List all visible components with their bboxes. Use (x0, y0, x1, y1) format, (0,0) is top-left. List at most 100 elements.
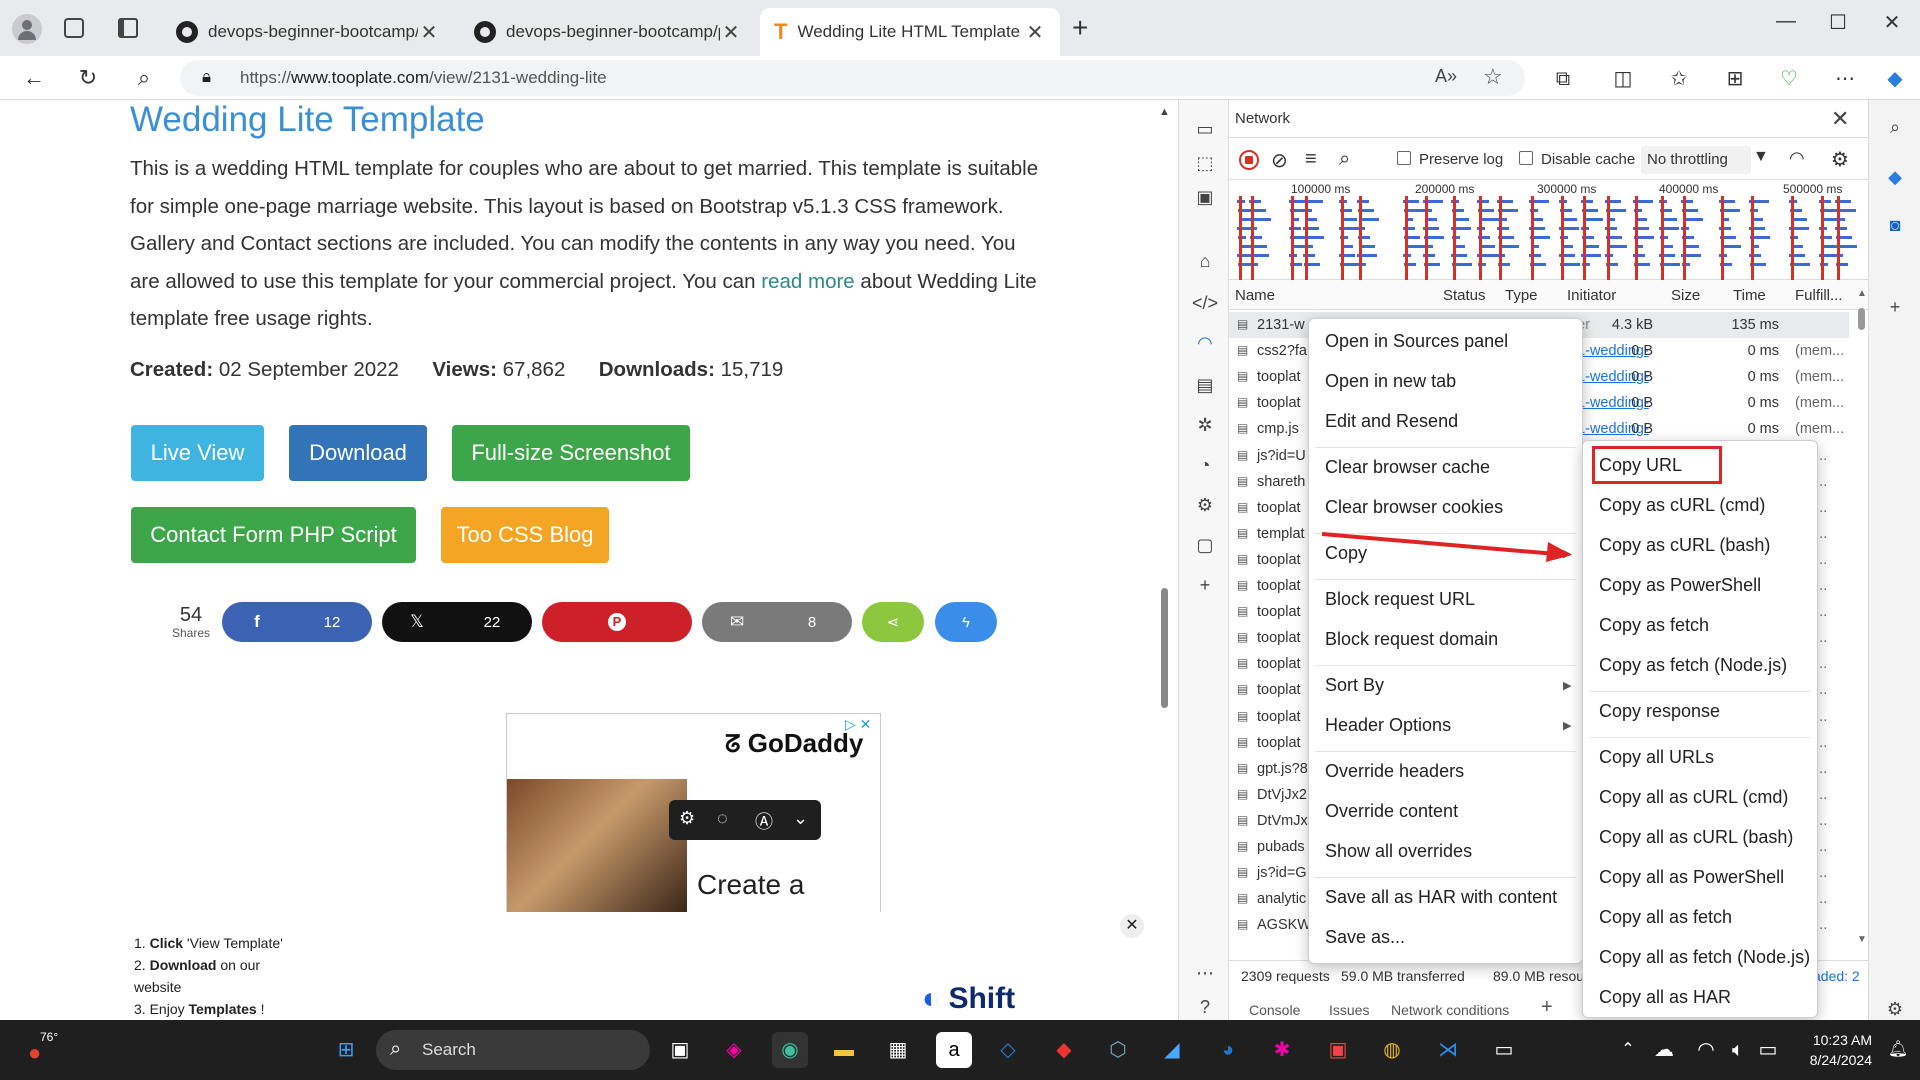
console-icon[interactable]: ▤ (1192, 372, 1218, 398)
weather-widget[interactable]: ● 76° (28, 1030, 68, 1070)
close-tab-icon[interactable]: ✕ (418, 20, 440, 45)
download-button[interactable]: Download (289, 425, 427, 481)
column-status[interactable]: Status (1443, 287, 1486, 304)
new-tab-icon[interactable]: + (1072, 12, 1088, 44)
table-scroll-up-icon[interactable]: ▲ (1857, 288, 1867, 299)
device-emulation-icon[interactable]: ▭ (1192, 116, 1218, 142)
tab-github-2[interactable]: devops-beginner-bootcamp/proj ✕ (460, 8, 756, 56)
close-window-icon[interactable]: ✕ (1872, 10, 1912, 35)
network-overview-timeline[interactable]: 100000 ms 200000 ms 300000 ms 400000 ms … (1229, 180, 1869, 280)
column-name[interactable]: Name (1235, 287, 1275, 304)
workspaces-icon[interactable] (64, 18, 84, 38)
disable-cache-checkbox[interactable] (1519, 151, 1533, 165)
column-fulfilled[interactable]: Fulfill... (1795, 287, 1843, 304)
close-tab-icon[interactable]: ✕ (1024, 20, 1046, 45)
microsoft-store-icon[interactable]: ▦ (880, 1032, 916, 1068)
task-view-icon[interactable]: ▣ (662, 1032, 698, 1068)
column-type[interactable]: Type (1505, 287, 1538, 304)
full-size-screenshot-button[interactable]: Full-size Screenshot (452, 425, 690, 481)
page-scrollbar[interactable]: ▲ (1158, 100, 1170, 1020)
menu-open-in-sources[interactable]: Open in Sources panel (1325, 331, 1508, 352)
network-settings-gear-icon[interactable]: ⚙ (1831, 147, 1849, 172)
clear-icon[interactable]: ⊘ (1271, 148, 1288, 173)
menu-block-request-url[interactable]: Block request URL (1325, 589, 1475, 610)
table-scroll-down-icon[interactable]: ▼ (1857, 934, 1867, 945)
application-icon[interactable]: ▢ (1192, 532, 1218, 558)
close-tab-icon[interactable]: ✕ (720, 20, 742, 45)
menu-copy-url[interactable]: Copy URL (1599, 455, 1682, 476)
url-field[interactable]: 🔒︎ https://www.tooplate.com/view/2131-we… (180, 60, 1525, 96)
menu-copy-all-as-curl-cmd[interactable]: Copy all as cURL (cmd) (1599, 787, 1788, 808)
file-explorer-icon[interactable]: ▬ (826, 1032, 862, 1068)
menu-copy-all-as-fetch[interactable]: Copy all as fetch (1599, 907, 1732, 928)
extensions-icon[interactable]: ⧉ (1548, 64, 1578, 94)
minimize-icon[interactable]: — (1766, 10, 1806, 33)
ad-color-icon[interactable]: ◌ (717, 808, 728, 829)
drawer-tab-console[interactable]: Console (1249, 1002, 1300, 1018)
tab-actions-icon[interactable] (118, 18, 138, 38)
menu-header-options[interactable]: Header Options (1325, 715, 1451, 736)
sidebar-settings-icon[interactable]: ⚙ (1882, 996, 1908, 1022)
copilot-icon[interactable]: ◆ (1880, 64, 1910, 94)
split-screen-icon[interactable]: ◫ (1608, 64, 1638, 94)
performance-icon[interactable]: ◔ (1192, 452, 1218, 478)
filter-icon[interactable]: ≡ (1305, 148, 1317, 171)
favorites-icon[interactable]: ✩ (1664, 64, 1694, 94)
terminal-icon[interactable]: ▭ (1486, 1032, 1522, 1068)
settings-more-icon[interactable]: ⋯ (1830, 64, 1860, 94)
scroll-up-arrow-icon[interactable]: ▲ (1159, 106, 1170, 118)
lock-icon[interactable]: 🔒︎ (202, 67, 211, 87)
ad-settings-icon[interactable]: ⚙ (679, 808, 695, 829)
add-drawer-tab-icon[interactable]: + (1541, 996, 1553, 1019)
virtualbox-icon[interactable]: ⬡ (1100, 1032, 1136, 1068)
bottom-banner-ad[interactable]: 1. Click 'View Template' 2. Download on … (112, 912, 1050, 1020)
table-scroll-thumb[interactable] (1858, 308, 1865, 330)
read-aloud-icon[interactable]: A» (1435, 66, 1457, 87)
scroll-thumb[interactable] (1161, 588, 1168, 708)
menu-clear-browser-cache[interactable]: Clear browser cache (1325, 457, 1490, 478)
maximize-icon[interactable]: ☐ (1818, 10, 1858, 35)
refresh-icon[interactable]: ↻ (72, 62, 104, 94)
inspect-element-icon[interactable]: ⬚ (1192, 150, 1218, 176)
messenger-share-button[interactable]: ϟ (935, 602, 997, 642)
drawer-tab-network-conditions[interactable]: Network conditions (1391, 1002, 1509, 1018)
favorite-star-icon[interactable]: ☆ (1483, 64, 1503, 90)
app-globe-icon[interactable]: ◕ (1210, 1032, 1246, 1068)
vscode-icon[interactable]: ⋊ (1430, 1032, 1466, 1068)
welcome-home-icon[interactable]: ⌂ (1192, 248, 1218, 274)
preserve-log-checkbox[interactable] (1397, 151, 1411, 165)
menu-block-request-domain[interactable]: Block request domain (1325, 629, 1498, 650)
menu-copy-as-fetch[interactable]: Copy as fetch (1599, 615, 1709, 636)
sidebar-search-icon[interactable]: ⌕ (1882, 114, 1908, 140)
url-text[interactable]: https://www.tooplate.com/view/2131-weddi… (240, 68, 607, 88)
facebook-share-button[interactable]: f 12 (222, 602, 372, 642)
ad-text-icon[interactable]: Ⓐ (755, 808, 773, 834)
drawer-tab-issues[interactable]: Issues (1329, 1002, 1369, 1018)
menu-override-headers[interactable]: Override headers (1325, 761, 1464, 782)
network-icon[interactable]: ◠ (1192, 330, 1218, 356)
network-conditions-icon[interactable]: ◠ (1789, 148, 1805, 169)
record-stop-icon[interactable] (1239, 150, 1259, 170)
menu-copy-as-fetch-nodejs[interactable]: Copy as fetch (Node.js) (1599, 655, 1787, 676)
column-initiator[interactable]: Initiator (1567, 287, 1616, 304)
app-red-box-icon[interactable]: ▣ (1320, 1032, 1356, 1068)
show-hidden-icons-chevron-icon[interactable]: ⌃ (1610, 1032, 1646, 1068)
close-devtools-icon[interactable]: ✕ (1831, 106, 1849, 132)
browser-essentials-icon[interactable]: ♡ (1774, 64, 1804, 94)
menu-clear-browser-cookies[interactable]: Clear browser cookies (1325, 497, 1503, 518)
close-banner-icon[interactable]: ✕ (1120, 914, 1144, 938)
chrome-icon[interactable]: ◍ (1374, 1032, 1410, 1068)
app-blue-icon[interactable]: ◢ (1154, 1032, 1190, 1068)
menu-copy-all-as-fetch-nodejs[interactable]: Copy all as fetch (Node.js) (1599, 947, 1810, 968)
ad-chevron-down-icon[interactable]: ⌄ (793, 808, 808, 829)
throttling-dropdown-icon[interactable]: ▼ (1753, 148, 1769, 166)
dropbox-icon[interactable]: ◇ (990, 1032, 1026, 1068)
help-icon[interactable]: ? (1192, 994, 1218, 1020)
pinterest-share-button[interactable]: P (542, 602, 692, 642)
x-share-button[interactable]: 𝕏 22 (382, 602, 532, 642)
throttling-select[interactable]: No throttling (1641, 146, 1751, 174)
menu-edit-and-resend[interactable]: Edit and Resend (1325, 411, 1458, 432)
onedrive-icon[interactable]: ☁ (1646, 1032, 1682, 1068)
copilot-taskbar-icon[interactable]: ◈ (716, 1032, 752, 1068)
start-windows-icon[interactable]: ⊞ (328, 1032, 364, 1068)
